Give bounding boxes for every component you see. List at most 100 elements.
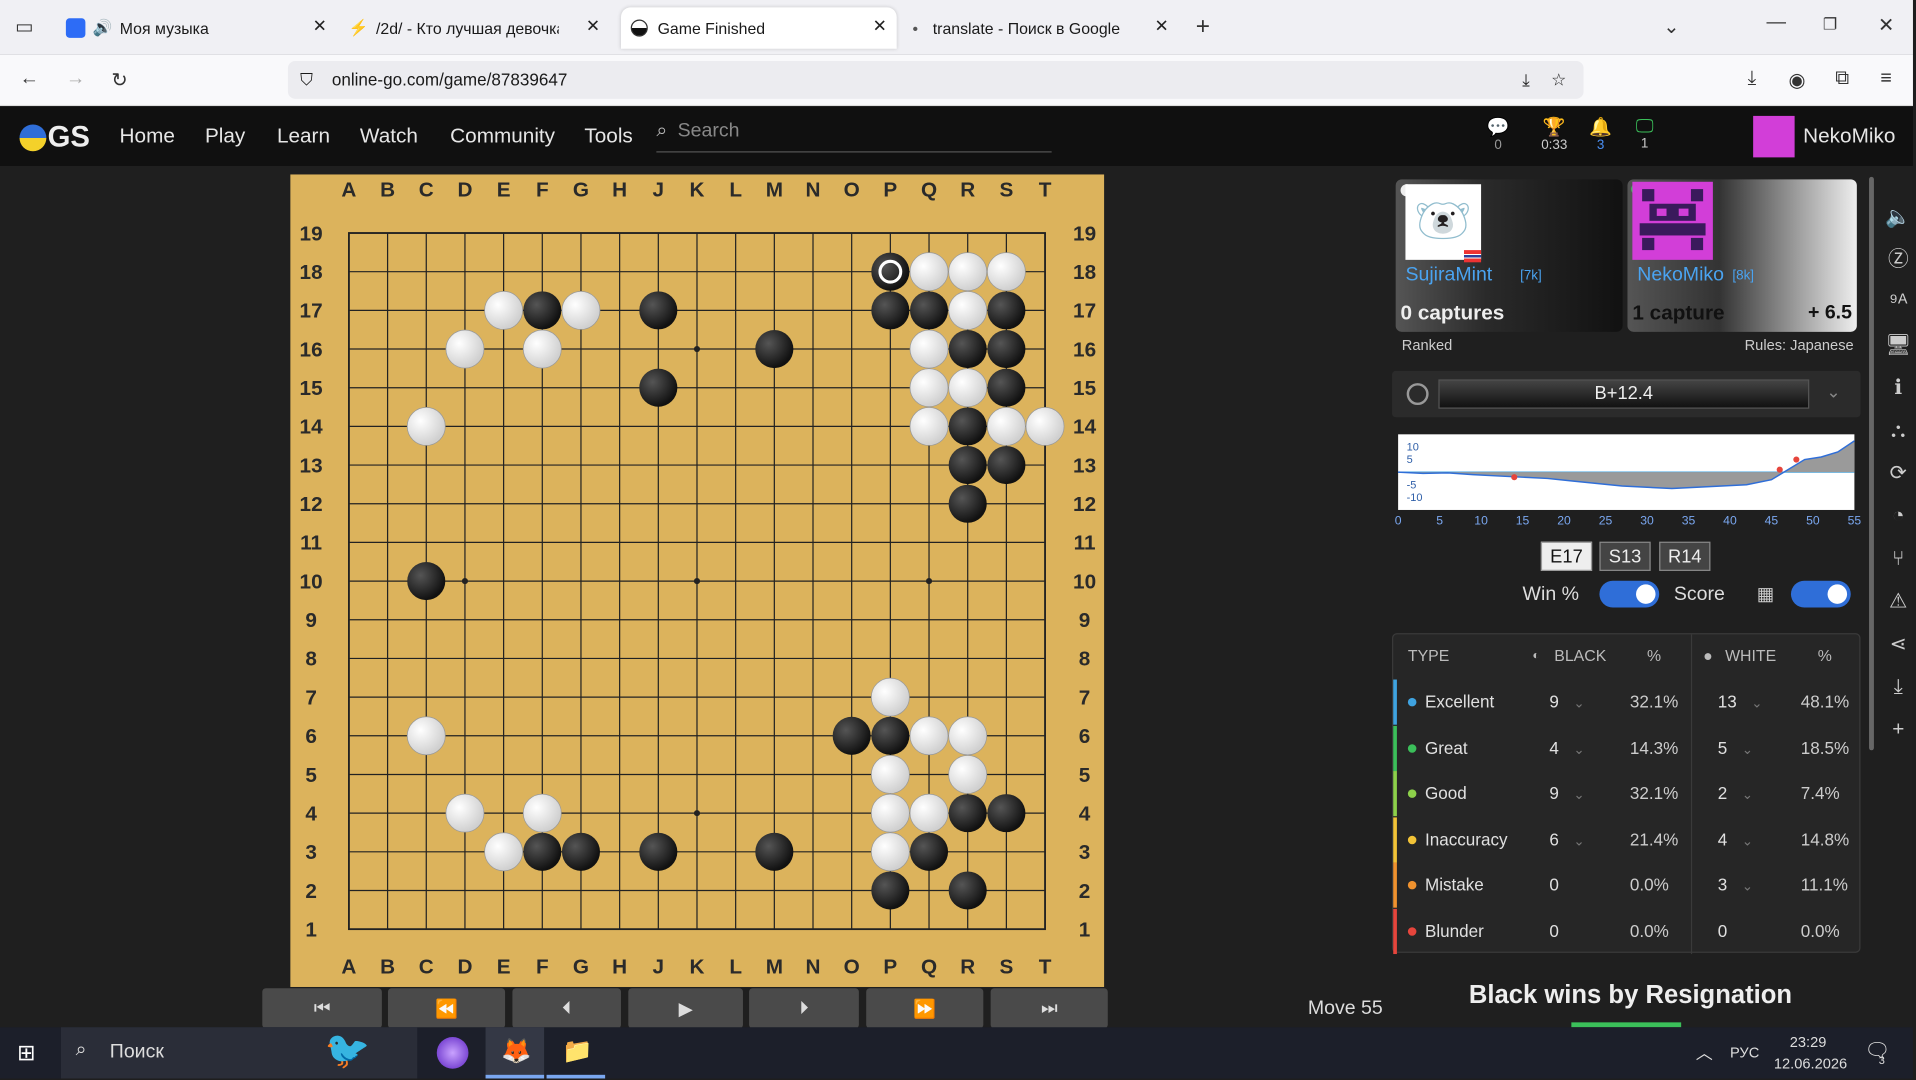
black-count[interactable]: 6 ⌄	[1549, 829, 1584, 849]
black-count[interactable]: 0	[1549, 920, 1559, 940]
star-icon[interactable]: ☆	[1551, 61, 1566, 99]
header-white: WHITE	[1725, 646, 1777, 665]
notifications-counter[interactable]: 🔔 3	[1588, 116, 1612, 152]
back-ten-button[interactable]: ⏪	[387, 988, 506, 1029]
close-tab-icon[interactable]: ✕	[313, 16, 327, 37]
tab-list-icon[interactable]: ▭	[10, 15, 39, 39]
tree-icon[interactable]: ⛬	[1884, 409, 1913, 452]
tournament-counter[interactable]: 🏆 0:33	[1535, 116, 1574, 152]
search-input[interactable]: ⌕ Search	[656, 121, 1052, 153]
next-move-button[interactable]: ⏵	[749, 988, 859, 1029]
volume-icon[interactable]: 🔈	[1884, 195, 1913, 238]
download-icon[interactable]: ⤓	[1740, 68, 1764, 90]
white-count[interactable]: 5 ⌄	[1718, 737, 1753, 757]
chevron-down-icon[interactable]: ⌄	[1826, 382, 1840, 403]
ai-move-button[interactable]: S13	[1599, 541, 1651, 571]
white-count[interactable]: 4 ⌄	[1718, 829, 1753, 849]
x-tick-label: 25	[1599, 514, 1613, 528]
dashboard-icon[interactable]: ◔	[1884, 494, 1913, 537]
scrollbar[interactable]	[1869, 176, 1874, 751]
play-button[interactable]: ▶	[628, 988, 743, 1029]
back-icon[interactable]: ←	[17, 68, 41, 90]
share-icon[interactable]: ⋖	[1884, 622, 1913, 665]
ai-move-button[interactable]: E17	[1540, 541, 1593, 571]
games-counter[interactable]: 🖵 1	[1632, 116, 1656, 151]
app-orb-icon[interactable]	[436, 1037, 469, 1069]
score-graph[interactable]: 105-5-100 5 10 15 20 25 30 35 40 45 50 55	[1392, 429, 1861, 531]
close-window-icon[interactable]: ✕	[1874, 13, 1898, 37]
restore-icon[interactable]: ❐	[1818, 15, 1842, 35]
black-player-avatar[interactable]	[1632, 181, 1713, 260]
nav-watch[interactable]: Watch	[360, 124, 418, 148]
table-icon[interactable]: ▦	[1757, 583, 1774, 605]
forward-ten-button[interactable]: ⏩	[866, 988, 984, 1029]
install-icon[interactable]: ⤓	[1522, 61, 1530, 99]
refresh-icon[interactable]: ⟳	[1884, 451, 1913, 494]
close-tab-icon[interactable]: ✕	[1154, 16, 1168, 37]
go-board[interactable]: A A B B C C D D E E F F G G H H J J K K L L M M N N O O P P Q Q R R S S T T 19…	[290, 174, 1105, 987]
black-count[interactable]: 9 ⌄	[1549, 783, 1584, 803]
firefox-taskbar-button[interactable]: 🦊	[485, 1027, 545, 1079]
nav-home[interactable]: Home	[120, 124, 175, 148]
notification-center-icon[interactable]: 🗨	[1864, 1039, 1890, 1063]
new-tab-icon[interactable]: +	[1191, 13, 1215, 41]
tab-music[interactable]: 🔊 Моя музыка ✕	[56, 7, 337, 48]
info-icon[interactable]: ℹ	[1884, 366, 1913, 409]
nav-tools[interactable]: Tools	[584, 124, 632, 148]
first-move-button[interactable]: ⏮	[262, 988, 382, 1029]
prev-move-button[interactable]: ⏴	[512, 988, 621, 1029]
last-move-button[interactable]: ⏭	[990, 988, 1108, 1029]
plus-icon[interactable]: +	[1884, 708, 1913, 751]
black-count[interactable]: 9 ⌄	[1549, 692, 1584, 712]
taskbar-search[interactable]: ⌕ Поиск 🐦	[61, 1027, 418, 1079]
white-player-name[interactable]: SujiraMint	[1405, 265, 1492, 287]
account-icon[interactable]: ◉	[1785, 68, 1809, 92]
chevron-down-icon[interactable]: ⌄	[1659, 15, 1683, 39]
white-count[interactable]: 13 ⌄	[1718, 692, 1763, 712]
black-count[interactable]: 4 ⌄	[1549, 737, 1584, 757]
win-percent-toggle[interactable]	[1599, 580, 1660, 608]
nav-community[interactable]: Community	[450, 124, 555, 148]
forward-icon[interactable]: →	[63, 68, 87, 90]
chat-counter[interactable]: 💬 0	[1486, 116, 1510, 152]
minimize-icon[interactable]: —	[1764, 12, 1788, 34]
analyze-icon[interactable]: ⁹ᴬ	[1884, 281, 1913, 324]
explorer-taskbar-button[interactable]: 📁	[546, 1027, 606, 1079]
nav-learn[interactable]: Learn	[277, 124, 330, 148]
white-count[interactable]: 3 ⌄	[1718, 875, 1753, 895]
black-count[interactable]: 0	[1549, 875, 1559, 895]
reload-icon[interactable]: ↻	[107, 68, 131, 92]
menu-icon[interactable]: ≡	[1874, 68, 1898, 90]
language-indicator[interactable]: РУС	[1730, 1044, 1759, 1061]
extensions-icon[interactable]: ⧉	[1830, 68, 1854, 90]
close-tab-icon[interactable]: ✕	[586, 16, 600, 37]
download-icon[interactable]: ⤓	[1884, 665, 1913, 708]
score-toggle[interactable]	[1790, 580, 1851, 608]
close-tab-icon[interactable]: ✕	[873, 16, 887, 37]
black-player-name[interactable]: NekoMiko	[1637, 265, 1724, 287]
black-player-card[interactable]: NekoMiko [8k] 1 capture + 6.5	[1627, 179, 1857, 332]
nav-play[interactable]: Play	[205, 124, 245, 148]
branch-icon[interactable]: ⑂	[1884, 537, 1913, 580]
user-avatar[interactable]	[1753, 115, 1795, 158]
white-player-card[interactable]: 🐻‍❄️ SujiraMint [7k] 0 captures	[1395, 179, 1623, 332]
white-count[interactable]: 2 ⌄	[1718, 783, 1753, 803]
chevron-up-icon[interactable]: ︿	[1696, 1041, 1713, 1065]
tab-game-finished[interactable]: Game Finished ✕	[620, 7, 897, 49]
board-svg[interactable]: AABBCCDDEEFFGGHHJJKKLLMMNNOOPPQQRRSSTT19…	[290, 174, 1104, 987]
monitor-icon[interactable]: 🖥	[1884, 323, 1913, 366]
white-player-avatar[interactable]: 🐻‍❄️	[1405, 184, 1482, 260]
warning-icon[interactable]: ⚠	[1884, 580, 1913, 623]
white-count[interactable]: 0	[1718, 920, 1728, 940]
windows-start-icon[interactable]: ⊞	[17, 1041, 41, 1065]
radio-icon[interactable]	[1406, 383, 1429, 406]
tab-2d[interactable]: ⚡ /2d/ - Кто лучшая девочка в э… ✕	[339, 7, 610, 48]
ai-move-button[interactable]: R14	[1659, 541, 1711, 571]
ogs-logo[interactable]: GS	[19, 121, 90, 155]
username[interactable]: NekoMiko	[1803, 124, 1895, 148]
zen-mode-icon[interactable]: Ⓩ	[1884, 238, 1913, 281]
clock-time[interactable]: 23:29	[1790, 1033, 1827, 1050]
clock-date[interactable]: 12.06.2026	[1774, 1055, 1847, 1072]
tab-translate[interactable]: • translate - Поиск в Google ✕	[903, 7, 1179, 48]
url-field[interactable]: ⛉ online-go.com/game/87839647 ⤓ ☆	[287, 61, 1584, 99]
